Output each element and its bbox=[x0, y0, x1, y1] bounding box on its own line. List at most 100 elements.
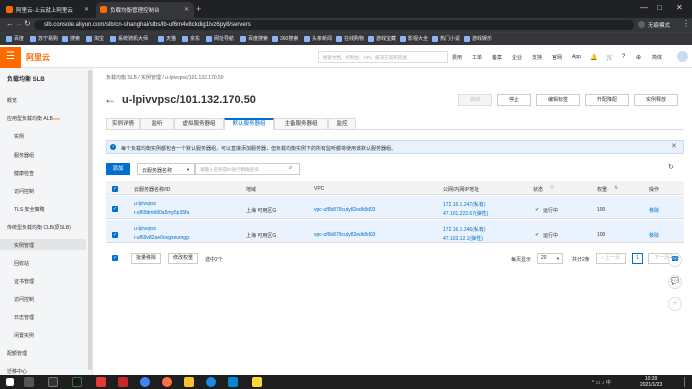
bookmark[interactable]: 360搜索 bbox=[272, 35, 298, 42]
profile-label[interactable]: 无痕模式 bbox=[648, 21, 670, 29]
aliyun-logo[interactable]: 阿里云 bbox=[26, 52, 50, 63]
release-button[interactable]: 实例释放 bbox=[634, 94, 678, 106]
bookmark[interactable]: 影视大全 bbox=[400, 35, 428, 42]
bookmark[interactable]: 天猫 bbox=[158, 35, 176, 42]
edit-tags-button[interactable]: 编辑标签 bbox=[536, 94, 580, 106]
tab-instance-details[interactable]: 实例详情 bbox=[106, 118, 140, 130]
task-view-icon[interactable] bbox=[48, 377, 58, 387]
bookmark[interactable]: 在线购物 bbox=[336, 35, 364, 42]
topnav-link[interactable]: 官网 bbox=[552, 54, 562, 61]
edit-weight-button[interactable]: 修改权重 bbox=[168, 253, 198, 264]
sidebar-item-quota[interactable]: 配额管理 bbox=[7, 350, 27, 357]
tab-master-slave-groups[interactable]: 主备服务器组 bbox=[274, 118, 328, 130]
bookmark[interactable]: 淘宝 bbox=[86, 35, 104, 42]
taskbar-clock[interactable]: 10:39 2021/1/23 bbox=[640, 376, 662, 388]
firefox-icon[interactable] bbox=[162, 377, 172, 387]
back-nav-icon[interactable]: ← bbox=[6, 19, 14, 28]
app-icon[interactable] bbox=[252, 377, 262, 387]
ip-address[interactable]: 47.101.222.67(弹性) bbox=[443, 210, 488, 217]
bookmark[interactable]: 苏宁易购 bbox=[30, 35, 58, 42]
add-server-button[interactable]: 添加 bbox=[106, 163, 130, 175]
topnav-link[interactable]: 工单 bbox=[472, 54, 482, 61]
sidebar-item-clb-access-control[interactable]: 访问控制 bbox=[14, 296, 34, 303]
maximize-icon[interactable]: □ bbox=[657, 3, 662, 12]
tray-icons[interactable]: ^ ▭ ♪ 中 bbox=[592, 379, 611, 386]
server-id[interactable]: i-uf69v82ae0ovgxeumgg bbox=[134, 235, 189, 241]
search-icon[interactable]: ⌕ bbox=[289, 165, 292, 172]
close-icon[interactable]: ✕ bbox=[671, 142, 677, 150]
server-id[interactable]: i-uf69dmb80a5my5p35fa bbox=[134, 210, 189, 216]
hamburger-menu-icon[interactable]: ☰ bbox=[0, 47, 21, 68]
ip-address[interactable]: 172.16.1.247(私有) bbox=[443, 201, 486, 208]
browser-tab-2[interactable]: 负载均衡管理控制台 ✕ bbox=[96, 2, 194, 18]
tab-listeners[interactable]: 监听 bbox=[140, 118, 174, 130]
ip-address[interactable]: 172.16.1.246(私有) bbox=[443, 226, 486, 233]
help-icon[interactable]: ? bbox=[622, 54, 625, 60]
bookmark[interactable]: 头条新闻 bbox=[304, 35, 332, 42]
bookmark[interactable]: 百度搜索 bbox=[240, 35, 268, 42]
refresh-icon[interactable]: ↻ bbox=[668, 163, 674, 171]
new-tab-icon[interactable]: + bbox=[196, 4, 201, 14]
prev-page-button[interactable]: ‹ 上一页 bbox=[596, 253, 626, 264]
close-icon[interactable]: ✕ bbox=[184, 6, 189, 13]
topnav-link[interactable]: 企业 bbox=[512, 54, 522, 61]
language-label[interactable]: 简体 bbox=[652, 54, 662, 61]
back-arrow-icon[interactable]: ← bbox=[104, 92, 116, 106]
apps-grid-icon[interactable]: ⁘ bbox=[668, 297, 682, 311]
stop-button[interactable]: 停止 bbox=[497, 94, 531, 106]
sidebar-item-clb[interactable]: 传统型负载均衡 CLB(原SLB) bbox=[7, 224, 71, 231]
sidebar-item-overview[interactable]: 概览 bbox=[7, 97, 17, 104]
filter-field-select[interactable]: 云服务器名称 ▼ bbox=[137, 163, 195, 175]
footer-select-all-checkbox[interactable]: ✓ bbox=[112, 255, 118, 261]
globe-icon[interactable]: ⊕ bbox=[636, 54, 641, 61]
console-search-input[interactable]: 搜索文档、控制台、API、解决方案和资源 bbox=[318, 51, 448, 63]
sidebar-item-recycle-bin[interactable]: 回收站 bbox=[14, 260, 29, 267]
sidebar-item-logs[interactable]: 日志管理 bbox=[14, 314, 34, 321]
bookmark[interactable]: 游戏宝藏 bbox=[368, 35, 396, 42]
tab-vserver-groups[interactable]: 虚拟服务器组 bbox=[174, 118, 224, 130]
breadcrumb[interactable]: 负载均衡 SLB / 实例管理 / u-lpivvpsc/101.132.170… bbox=[106, 74, 224, 81]
select-all-checkbox[interactable]: ✓ bbox=[112, 186, 118, 192]
sidebar-item-idle[interactable]: 闲置实例 bbox=[14, 332, 34, 339]
batch-remove-button[interactable]: 批量移除 bbox=[131, 253, 161, 264]
reload-icon[interactable]: ↻ bbox=[24, 19, 31, 28]
contact-icon[interactable]: ☎ bbox=[668, 253, 682, 267]
ip-address[interactable]: 47.103.12.1(弹性) bbox=[443, 235, 483, 242]
minimize-icon[interactable]: — bbox=[640, 3, 648, 12]
start-menu-icon[interactable] bbox=[6, 378, 14, 386]
chrome-icon[interactable] bbox=[140, 377, 150, 387]
chat-icon[interactable]: 💬 bbox=[668, 275, 682, 289]
vpc-id[interactable]: vpc-uf6b879cuty82edk8d03 bbox=[314, 207, 375, 213]
browser-menu-icon[interactable]: ⋮ bbox=[682, 19, 690, 28]
avatar[interactable] bbox=[677, 51, 688, 62]
server-name[interactable]: u-lpivvpsc bbox=[134, 226, 156, 232]
bookmark[interactable]: 系统骑机大师 bbox=[110, 35, 148, 42]
sidebar-item-migration[interactable]: 迁移中心 bbox=[7, 368, 27, 375]
close-icon[interactable]: ✕ bbox=[84, 6, 89, 13]
remove-link[interactable]: 移除 bbox=[649, 232, 659, 239]
sidebar-item-server-groups[interactable]: 服务器组 bbox=[14, 152, 34, 159]
notification-icon[interactable]: 🔔 bbox=[590, 54, 597, 61]
page-size-select[interactable]: 20 ▼ bbox=[537, 253, 563, 264]
page-number-button[interactable]: 1 bbox=[632, 253, 643, 264]
app-link[interactable]: App bbox=[572, 54, 581, 60]
window-close-icon[interactable]: ✕ bbox=[676, 3, 683, 12]
tab-default-server-group[interactable]: 默认服务器组 bbox=[224, 118, 274, 130]
start-button[interactable]: 启动 bbox=[458, 94, 492, 106]
forward-nav-icon[interactable]: → bbox=[15, 19, 23, 28]
row-checkbox[interactable]: ✓ bbox=[112, 232, 118, 238]
sidebar-scrollbar[interactable] bbox=[88, 70, 92, 370]
terminal-icon[interactable] bbox=[72, 377, 82, 387]
bookmark[interactable]: 搜索 bbox=[62, 35, 80, 42]
bookmark[interactable]: 游戏娱乐 bbox=[464, 35, 492, 42]
sidebar-item-instance-management[interactable]: 实例管理 bbox=[0, 239, 86, 250]
app-icon[interactable] bbox=[118, 377, 128, 387]
folder-icon[interactable] bbox=[184, 377, 194, 387]
sidebar-item-certificates[interactable]: 证书管理 bbox=[14, 278, 34, 285]
browser-tab-1[interactable]: 阿里云-上云就上阿里云 ✕ bbox=[2, 2, 94, 18]
topnav-link[interactable]: 支持 bbox=[532, 54, 542, 61]
topnav-link[interactable]: 费用 bbox=[452, 54, 462, 61]
remove-link[interactable]: 移除 bbox=[649, 207, 659, 214]
filter-icon[interactable]: ▽ bbox=[550, 185, 554, 191]
show-desktop[interactable] bbox=[684, 377, 688, 387]
